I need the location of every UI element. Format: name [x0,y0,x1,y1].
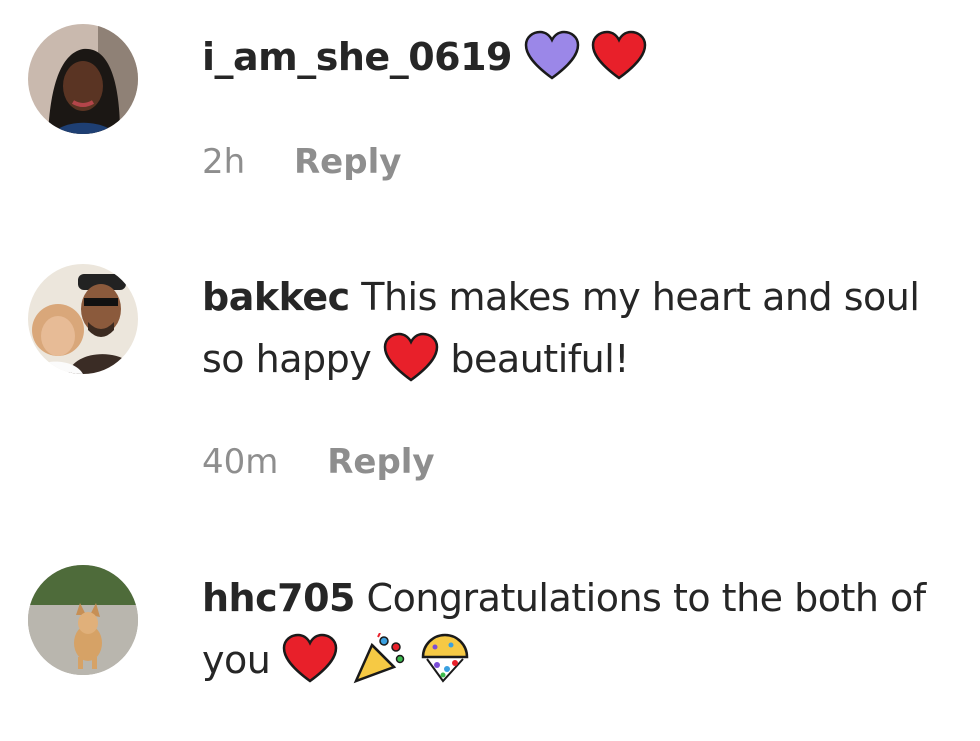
comment-meta: 40m Reply [202,442,435,482]
comment-meta: 2h Reply [202,142,401,182]
party-popper-icon [350,632,406,685]
comment-time: 40m [202,442,279,482]
comment-text: i_am_she_0619 [202,26,942,88]
comment-username[interactable]: hhc705 [202,576,355,620]
reply-button[interactable]: Reply [327,442,434,482]
red-heart-icon [591,30,647,82]
comment-username[interactable]: bakkec [202,275,350,319]
comment-text: bakkec This makes my heart and soul so h… [202,266,942,390]
red-heart-icon [282,633,338,685]
avatar[interactable] [28,264,138,374]
comment-time: 2h [202,142,246,182]
comment-text: hhc705 Congratulations to the both of yo… [202,567,942,691]
avatar[interactable] [28,24,138,134]
comment-username[interactable]: i_am_she_0619 [202,35,512,79]
comment-body-end: beautiful! [450,337,630,381]
red-heart-icon [383,332,439,384]
avatar[interactable] [28,565,138,675]
confetti-ball-icon [417,633,473,685]
reply-button[interactable]: Reply [294,142,401,182]
purple-heart-icon [524,30,580,82]
